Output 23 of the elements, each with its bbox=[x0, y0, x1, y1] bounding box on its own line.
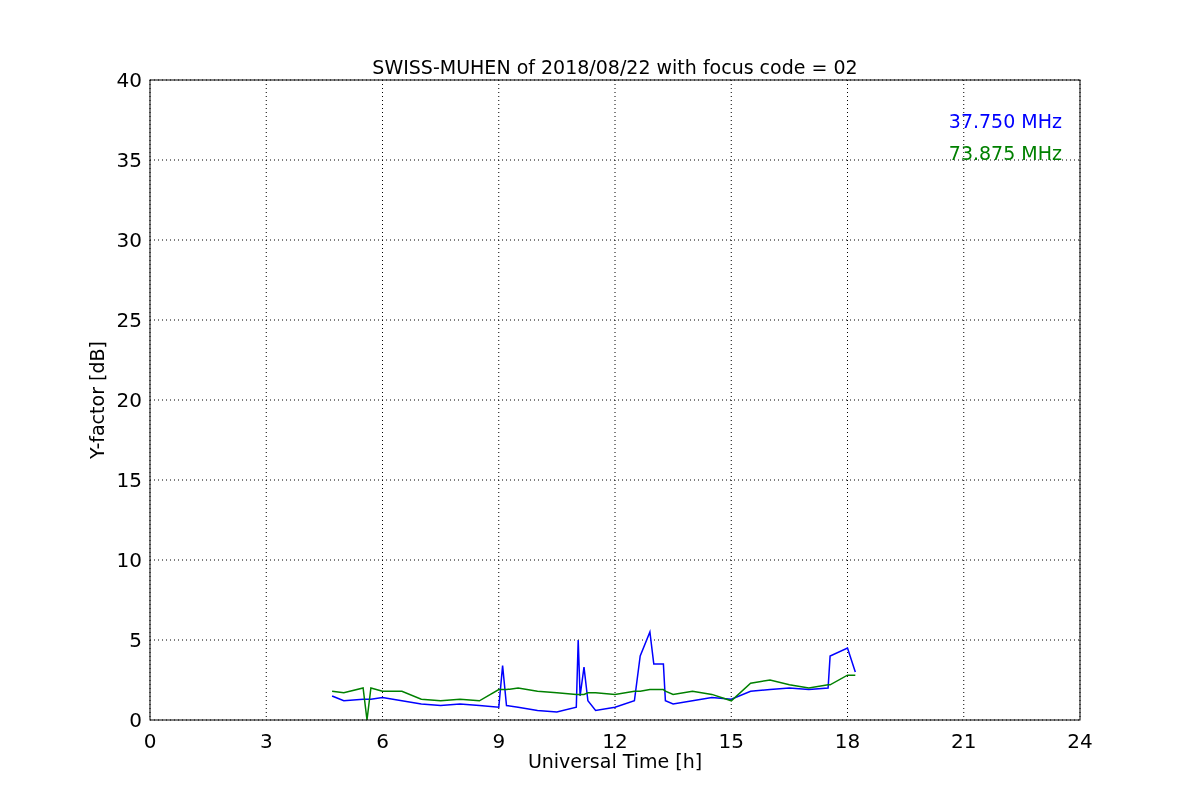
x-tick-label: 9 bbox=[492, 729, 506, 753]
legend-label: 37.750 MHz bbox=[948, 110, 1062, 132]
x-tick-label: 15 bbox=[718, 729, 744, 753]
y-tick-label: 25 bbox=[116, 308, 142, 332]
y-tick-label: 40 bbox=[116, 68, 142, 92]
y-axis-label: Y-factor [dB] bbox=[86, 341, 108, 459]
x-tick-label: 18 bbox=[834, 729, 861, 753]
x-tick-label: 21 bbox=[951, 729, 977, 753]
y-tick-label: 10 bbox=[116, 548, 142, 572]
y-tick-label: 5 bbox=[129, 628, 142, 652]
y-tick-label: 20 bbox=[116, 388, 142, 412]
legend-label: 73.875 MHz bbox=[948, 142, 1062, 164]
y-tick-label: 15 bbox=[116, 468, 142, 492]
x-tick-label: 3 bbox=[259, 729, 273, 753]
x-tick-label: 24 bbox=[1067, 729, 1093, 753]
x-tick-label: 0 bbox=[143, 729, 157, 753]
y-tick-label: 35 bbox=[116, 148, 142, 172]
x-tick-label: 12 bbox=[602, 729, 628, 753]
x-tick-label: 6 bbox=[376, 729, 389, 753]
chart-title: SWISS-MUHEN of 2018/08/22 with focus code = 02 bbox=[372, 56, 858, 78]
x-axis-label: Universal Time [h] bbox=[527, 750, 703, 772]
y-tick-label: 30 bbox=[116, 228, 142, 252]
y-tick-label: 0 bbox=[129, 708, 142, 732]
